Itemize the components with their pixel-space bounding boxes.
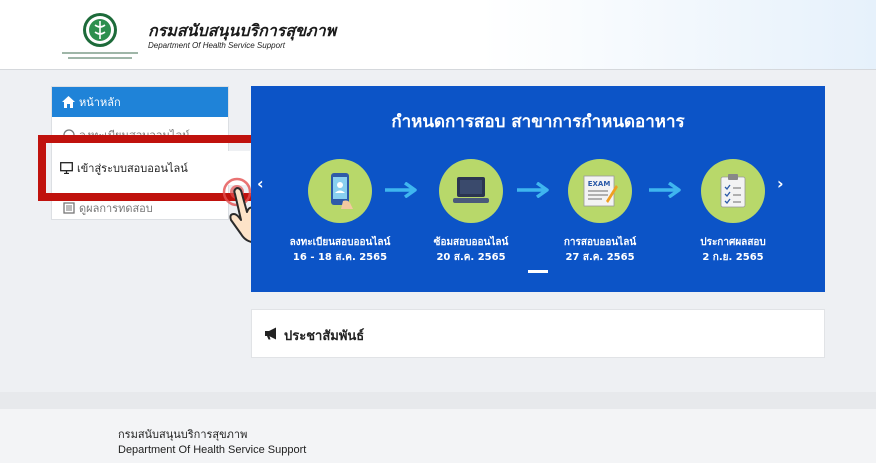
- banner-title: กำหนดการสอบ สาขาการกำหนดอาหาร: [391, 112, 685, 132]
- carousel-prev-icon[interactable]: ‹: [257, 174, 264, 193]
- step-register-circle: [308, 159, 372, 223]
- page-divider: [0, 392, 876, 409]
- arrow-right-icon: [649, 182, 681, 198]
- step-practice-label: ซ้อมสอบออนไลน์ 20 ส.ค. 2565: [401, 235, 541, 265]
- news-panel: ประชาสัมพันธ์: [251, 309, 825, 358]
- sidebar-item-home[interactable]: หน้าหลัก: [52, 87, 228, 117]
- step-exam-date: 27 ส.ค. 2565: [565, 252, 635, 263]
- step-exam-circle: EXAM: [568, 159, 632, 223]
- clipboard-icon: [720, 174, 746, 208]
- exam-icon-text: EXAM: [588, 180, 611, 188]
- home-icon: [62, 96, 75, 109]
- laptop-icon: [453, 177, 489, 203]
- step-result-label: ประกาศผลสอบ 2 ก.ย. 2565: [663, 235, 803, 265]
- megaphone-icon: [264, 327, 279, 344]
- department-logo[interactable]: [58, 10, 142, 66]
- step-register-date: 16 - 18 ส.ค. 2565: [292, 252, 388, 263]
- step-practice-name: ซ้อมสอบออนไลน์: [433, 237, 509, 248]
- arrow-right-icon: [385, 182, 417, 198]
- arrow-right-icon: [517, 182, 549, 198]
- step-result-name: ประกาศผลสอบ: [700, 237, 766, 248]
- step-register-label: ลงทะเบียนสอบออนไลน์ 16 - 18 ส.ค. 2565: [270, 235, 410, 265]
- site-header: กรมสนับสนุนบริการสุขภาพ Department Of He…: [0, 0, 876, 70]
- footer-org-name-en: Department Of Health Service Support: [118, 444, 307, 456]
- carousel-indicator[interactable]: [528, 270, 548, 273]
- exam-paper-icon: EXAM: [583, 175, 618, 207]
- sidebar-item-label: เข้าสู่ระบบสอบออนไลน์: [77, 162, 188, 175]
- news-title-text: ประชาสัมพันธ์: [284, 329, 365, 344]
- results-icon: [62, 202, 75, 215]
- step-exam-label: การสอบออนไลน์ 27 ส.ค. 2565: [530, 235, 670, 265]
- exam-schedule-banner: กำหนดการสอบ สาขาการกำหนดอาหาร ‹ › ลงทะเบ…: [251, 86, 825, 292]
- header-org-name-en: Department Of Health Service Support: [148, 41, 285, 50]
- step-practice-circle: [439, 159, 503, 223]
- step-practice-date: 20 ส.ค. 2565: [436, 252, 506, 263]
- step-exam-name: การสอบออนไลน์: [563, 237, 637, 248]
- sidebar-item-label: ดูผลการทดสอบ: [79, 202, 153, 215]
- step-result-date: 2 ก.ย. 2565: [702, 252, 764, 263]
- step-result-circle: [701, 159, 765, 223]
- monitor-icon: [60, 162, 73, 175]
- phone-register-icon: [331, 173, 353, 209]
- footer-org-name-th: กรมสนับสนุนบริการสุขภาพ: [118, 428, 248, 441]
- carousel-next-icon[interactable]: ›: [777, 174, 784, 193]
- news-title: ประชาสัมพันธ์: [264, 325, 364, 346]
- step-register-name: ลงทะเบียนสอบออนไลน์: [289, 237, 391, 248]
- sidebar-item-label: หน้าหลัก: [79, 96, 121, 109]
- site-footer: กรมสนับสนุนบริการสุขภาพ Department Of He…: [0, 409, 876, 463]
